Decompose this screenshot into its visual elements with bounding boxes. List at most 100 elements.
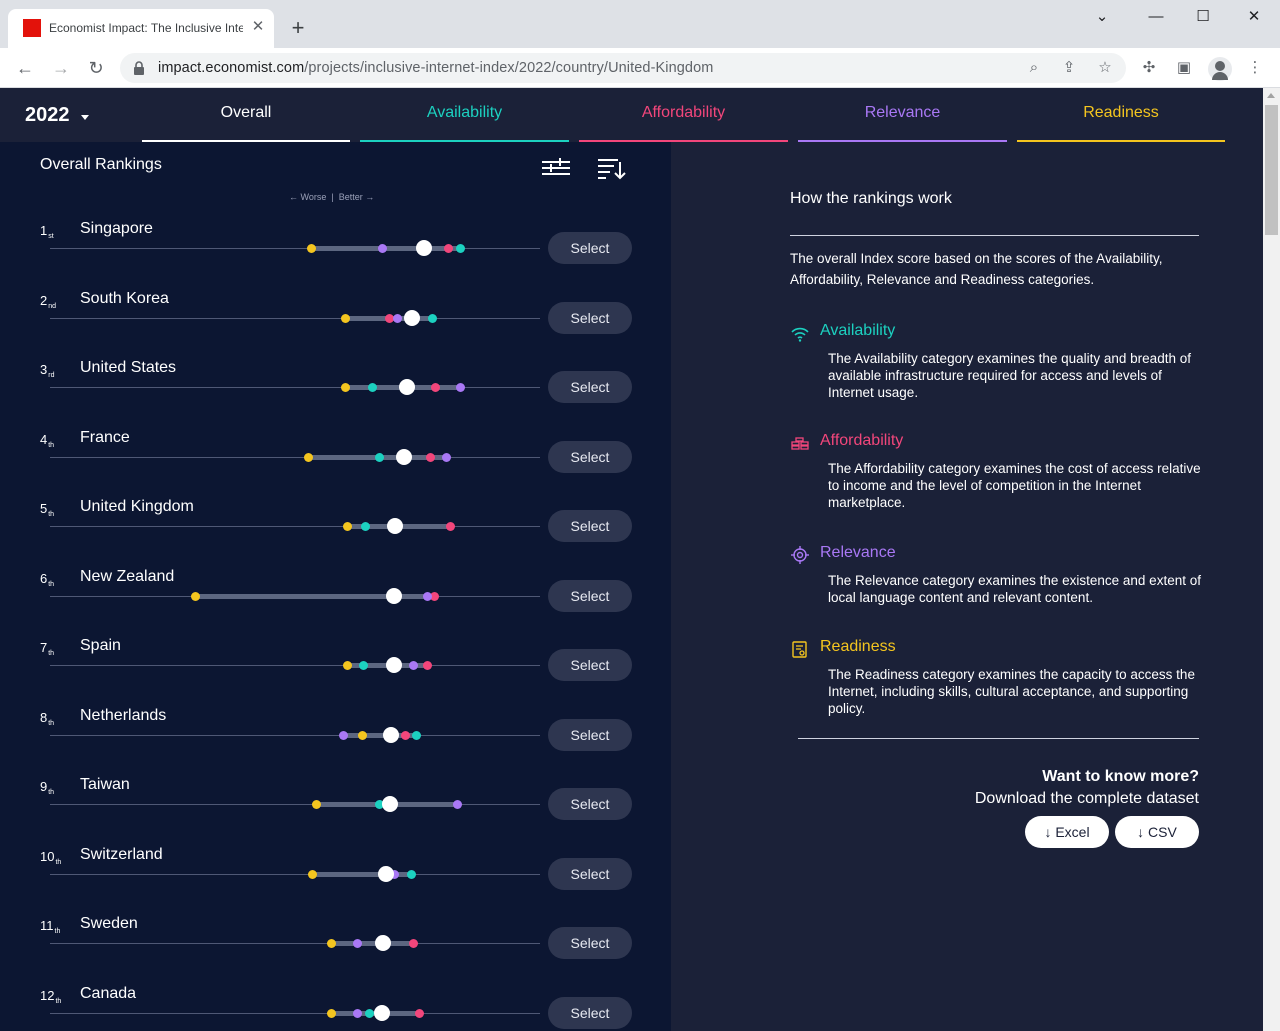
relevance-score-dot[interactable] xyxy=(377,244,387,253)
menu-kebab-icon[interactable]: ⋮ xyxy=(1244,57,1266,79)
sort-icon[interactable] xyxy=(596,156,628,180)
overall-score-dot[interactable] xyxy=(395,448,412,465)
select-country-button[interactable]: Select xyxy=(548,301,632,334)
rank-number: 8th xyxy=(40,710,54,727)
tab-availability[interactable]: Availability xyxy=(360,88,569,142)
relevance-score-dot[interactable] xyxy=(352,1008,362,1018)
relevance-score-dot[interactable] xyxy=(453,800,463,809)
select-country-button[interactable]: Select xyxy=(548,579,632,612)
readiness-score-dot[interactable] xyxy=(327,1008,337,1018)
tab-relevance[interactable]: Relevance xyxy=(798,88,1007,142)
tab-overall[interactable]: Overall xyxy=(142,88,350,142)
tab-readiness[interactable]: Readiness xyxy=(1017,88,1225,142)
select-country-button[interactable]: Select xyxy=(548,440,632,473)
tab-affordability[interactable]: Affordability xyxy=(579,88,788,142)
page-scrollbar[interactable] xyxy=(1263,88,1280,1031)
overall-score-dot[interactable] xyxy=(373,1004,390,1021)
availability-score-dot[interactable] xyxy=(364,1008,374,1018)
overall-score-dot[interactable] xyxy=(416,240,433,256)
csv-download-button[interactable]: ↓ CSV xyxy=(1115,816,1199,848)
zoom-icon[interactable]: ⌕ xyxy=(1024,58,1044,78)
readiness-score-dot[interactable] xyxy=(306,244,316,253)
rank-value: 1 xyxy=(40,223,48,238)
minimize-button[interactable]: — xyxy=(1133,5,1179,29)
readiness-score-dot[interactable] xyxy=(308,869,318,879)
availability-score-dot[interactable] xyxy=(456,244,466,253)
profile-avatar-icon[interactable] xyxy=(1208,57,1232,81)
overall-score-dot[interactable] xyxy=(381,796,398,812)
select-country-button[interactable]: Select xyxy=(548,996,632,1029)
overall-score-dot[interactable] xyxy=(398,379,415,395)
browser-tab[interactable]: Economist Impact: The Inclusive Internet… xyxy=(8,9,274,48)
availability-score-dot[interactable] xyxy=(407,869,417,879)
availability-score-dot[interactable] xyxy=(359,661,369,670)
overall-score-dot[interactable] xyxy=(385,657,402,673)
overall-score-dot[interactable] xyxy=(383,726,400,743)
bookmark-star-icon[interactable]: ☆ xyxy=(1095,58,1115,78)
affordability-score-dot[interactable] xyxy=(430,383,440,392)
year-selector[interactable]: 2022 xyxy=(25,104,70,127)
close-window-button[interactable]: ✕ xyxy=(1231,5,1277,29)
year-caret-icon[interactable] xyxy=(81,115,89,120)
reload-icon[interactable]: ↻ xyxy=(83,55,109,81)
rank-number: 4th xyxy=(40,432,54,449)
share-icon[interactable]: ⇪ xyxy=(1059,58,1079,78)
readiness-score-dot[interactable] xyxy=(341,313,351,323)
scrollbar-thumb[interactable] xyxy=(1265,105,1278,235)
select-country-button[interactable]: Select xyxy=(548,718,632,751)
readiness-score-dot[interactable] xyxy=(311,800,321,809)
select-country-button[interactable]: Select xyxy=(548,788,632,820)
availability-score-dot[interactable] xyxy=(427,313,437,323)
affordability-score-dot[interactable] xyxy=(444,244,454,253)
maximize-button[interactable]: ☐ xyxy=(1180,5,1226,29)
select-country-button[interactable]: Select xyxy=(548,232,632,264)
readiness-score-dot[interactable] xyxy=(358,730,368,740)
affordability-score-dot[interactable] xyxy=(426,452,436,462)
scroll-up-arrow-icon[interactable] xyxy=(1267,93,1275,98)
tab-close-icon[interactable]: ✕ xyxy=(248,17,268,37)
overall-score-dot[interactable] xyxy=(403,309,420,326)
relevance-score-dot[interactable] xyxy=(441,452,451,462)
readiness-score-dot[interactable] xyxy=(342,661,352,670)
overall-score-dot[interactable] xyxy=(385,587,402,604)
relevance-score-dot[interactable] xyxy=(352,939,362,948)
affordability-score-dot[interactable] xyxy=(408,939,418,948)
relevance-score-dot[interactable] xyxy=(422,591,432,601)
rank-value: 11 xyxy=(40,918,54,933)
select-country-button[interactable]: Select xyxy=(548,510,632,542)
select-country-button[interactable]: Select xyxy=(548,371,632,403)
availability-score-dot[interactable] xyxy=(412,730,422,740)
relevance-score-dot[interactable] xyxy=(456,383,466,392)
tab-search-icon[interactable]: ⌄ xyxy=(1079,5,1125,29)
availability-score-dot[interactable] xyxy=(368,383,378,392)
readiness-score-dot[interactable] xyxy=(190,591,200,601)
readiness-score-dot[interactable] xyxy=(341,383,351,392)
new-tab-button[interactable]: + xyxy=(286,17,310,41)
address-bar[interactable]: impact.economist.com/projects/inclusive-… xyxy=(120,53,1126,83)
back-arrow-icon[interactable]: ← xyxy=(12,55,38,81)
relevance-score-dot[interactable] xyxy=(338,730,348,740)
readiness-score-dot[interactable] xyxy=(303,452,313,462)
excel-download-button[interactable]: ↓ Excel xyxy=(1025,816,1109,848)
relevance-score-dot[interactable] xyxy=(408,661,418,670)
category-description: The Readiness category examines the capa… xyxy=(828,667,1195,716)
filter-sliders-icon[interactable] xyxy=(540,156,572,180)
affordability-score-dot[interactable] xyxy=(422,661,432,670)
affordability-score-dot[interactable] xyxy=(445,522,455,531)
readiness-score-dot[interactable] xyxy=(327,939,337,948)
select-country-button[interactable]: Select xyxy=(548,927,632,959)
readiness-score-dot[interactable] xyxy=(342,522,352,531)
affordability-score-dot[interactable] xyxy=(400,730,410,740)
availability-score-dot[interactable] xyxy=(360,522,370,531)
relevance-score-dot[interactable] xyxy=(392,313,402,323)
overall-score-dot[interactable] xyxy=(375,935,392,951)
forward-arrow-icon[interactable]: → xyxy=(48,55,74,81)
side-panel-icon[interactable]: ▣ xyxy=(1173,57,1195,79)
overall-score-dot[interactable] xyxy=(386,518,403,534)
availability-score-dot[interactable] xyxy=(375,452,385,462)
overall-score-dot[interactable] xyxy=(377,865,394,882)
select-country-button[interactable]: Select xyxy=(548,857,632,890)
select-country-button[interactable]: Select xyxy=(548,649,632,681)
extensions-icon[interactable]: ✣ xyxy=(1138,57,1160,79)
affordability-score-dot[interactable] xyxy=(415,1008,425,1018)
